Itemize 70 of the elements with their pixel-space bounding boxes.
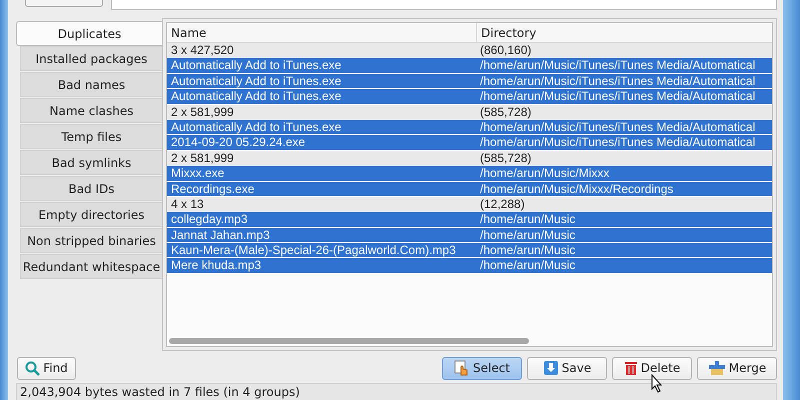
- tab[interactable]: Installed packages: [20, 46, 162, 71]
- table-cell-text: /home/arun/Music/iTunes/iTunes Media/Automatical: [479, 74, 756, 88]
- mouse-cursor-icon: [651, 374, 663, 393]
- table-cell-text: 2 x 581,999: [170, 104, 235, 120]
- tab[interactable]: Redundant whitespace: [20, 254, 162, 279]
- table-cell-text: Mere khuda.mp3: [170, 258, 262, 273]
- find-button[interactable]: Find: [17, 356, 76, 380]
- tab[interactable]: Bad IDs: [20, 176, 162, 201]
- table-cell-text: 3 x 427,520: [170, 43, 235, 58]
- table-row[interactable]: Mixxx.exe /home/arun/Music/Mixxx: [167, 166, 772, 182]
- status-bar: 2,043,904 bytes wasted in 7 files (in 4 groups): [16, 383, 777, 400]
- table-cell-text: /home/arun/Music: [479, 212, 576, 227]
- table-cell-text: Jannat Jahan.mp3: [170, 228, 271, 242]
- tab[interactable]: Empty directories: [20, 202, 162, 227]
- trash-icon: [624, 360, 638, 376]
- table-cell-text: Recordings.exe: [170, 182, 256, 196]
- table-row[interactable]: Automatically Add to iTunes.exe /home/arun/Music/iTunes/iTunes Media/Automatical: [167, 58, 772, 74]
- table-row[interactable]: collegday.mp3 /home/arun/Music: [167, 212, 772, 228]
- table-cell-text: 2 x 581,999: [170, 150, 235, 166]
- tab[interactable]: Bad names: [20, 72, 162, 97]
- table-cell-text: /home/arun/Music: [479, 228, 576, 242]
- delete-button[interactable]: Delete: [612, 356, 692, 380]
- table-row[interactable]: Mere khuda.mp3 /home/arun/Music: [167, 258, 772, 274]
- table-cell-text: /home/arun/Music/Mixxx/Recordings: [479, 182, 674, 196]
- scrollbar-thumb[interactable]: [169, 338, 529, 344]
- tab[interactable]: Name clashes: [20, 98, 162, 123]
- table-cell-text: (860,160): [479, 43, 532, 58]
- table-cell-text: 2014-09-20 05.29.24.exe: [170, 135, 306, 150]
- table-row[interactable]: Recordings.exe /home/arun/Music/Mixxx/Recordings: [167, 182, 772, 197]
- table-cell-text: Automatically Add to iTunes.exe: [170, 120, 342, 134]
- table-cell-text: /home/arun/Music/Mixxx: [479, 166, 610, 181]
- table-row[interactable]: 3 x 427,520 (860,160): [167, 43, 772, 58]
- table-row[interactable]: Jannat Jahan.mp3 /home/arun/Music: [167, 228, 772, 244]
- table-row[interactable]: Kaun-Mera-(Male)-Special-26-(Pagalworld.Com).mp3 /home/arun/Music: [167, 243, 772, 258]
- table-cell-text: 4 x 13: [170, 196, 205, 212]
- table-cell-text: (585,728): [479, 104, 532, 120]
- table-cell-text: /home/arun/Music/iTunes/iTunes Media/Automatical: [479, 89, 756, 104]
- table-cell-text: Kaun-Mera-(Male)-Special-26-(Pagalworld.Com).mp3: [170, 243, 457, 258]
- column-header[interactable]: Directory: [476, 23, 772, 42]
- table-row[interactable]: 4 x 13 (12,288): [167, 196, 772, 212]
- hand-icon: [454, 360, 470, 376]
- table-row[interactable]: Automatically Add to iTunes.exe /home/arun/Music/iTunes/iTunes Media/Automatical: [167, 120, 772, 136]
- tab[interactable]: Duplicates: [16, 21, 162, 46]
- table-row[interactable]: Automatically Add to iTunes.exe /home/arun/Music/iTunes/iTunes Media/Automatical: [167, 74, 772, 90]
- tab[interactable]: Bad symlinks: [20, 150, 162, 175]
- tab[interactable]: Non stripped binaries: [20, 228, 162, 253]
- table-row[interactable]: 2014-09-20 05.29.24.exe /home/arun/Music/iTunes/iTunes Media/Automatical: [167, 135, 772, 151]
- column-header[interactable]: Name: [167, 23, 476, 42]
- download-icon: [542, 360, 559, 376]
- search-icon: [25, 360, 40, 376]
- table-cell-text: (12,288): [479, 196, 526, 212]
- select-button[interactable]: Select: [442, 356, 522, 380]
- table-cell-text: Mixxx.exe: [170, 166, 226, 181]
- table-cell-text: /home/arun/Music/iTunes/iTunes Media/Automatical: [479, 135, 756, 150]
- table-cell-text: Automatically Add to iTunes.exe: [170, 89, 342, 104]
- table-row[interactable]: Automatically Add to iTunes.exe /home/arun/Music/iTunes/iTunes Media/Automatical: [167, 89, 772, 105]
- table-cell-text: collegday.mp3: [170, 212, 248, 227]
- table-row[interactable]: 2 x 581,999 (585,728): [167, 104, 772, 120]
- table-cell-text: /home/arun/Music: [479, 258, 576, 273]
- save-button[interactable]: Save: [527, 356, 607, 380]
- table-cell-text: /home/arun/Music/iTunes/iTunes Media/Automatical: [479, 58, 756, 73]
- table-cell-text: Automatically Add to iTunes.exe: [170, 58, 342, 73]
- table-cell-text: Automatically Add to iTunes.exe: [170, 74, 342, 88]
- table-cell-text: /home/arun/Music: [479, 243, 576, 258]
- table-cell-text: /home/arun/Music/iTunes/iTunes Media/Automatical: [479, 120, 756, 134]
- table-row[interactable]: 2 x 581,999 (585,728): [167, 150, 772, 166]
- table-cell-text: (585,728): [479, 150, 532, 166]
- merge-icon: [708, 360, 726, 376]
- merge-button[interactable]: Merge: [697, 356, 777, 380]
- tab[interactable]: Temp files: [20, 124, 162, 149]
